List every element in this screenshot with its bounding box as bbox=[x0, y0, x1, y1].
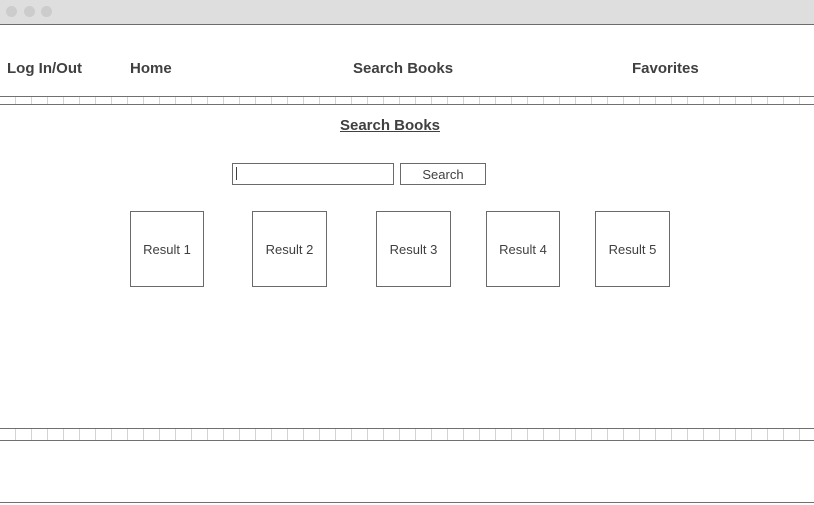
window-close-dot[interactable] bbox=[6, 6, 17, 17]
page-title: Search Books bbox=[339, 117, 441, 134]
result-item[interactable]: Result 2 bbox=[252, 211, 327, 287]
window-titlebar bbox=[0, 0, 814, 25]
nav-home-link[interactable]: Home bbox=[130, 60, 172, 77]
result-item[interactable]: Result 5 bbox=[595, 211, 670, 287]
window-minimize-dot[interactable] bbox=[24, 6, 35, 17]
text-caret bbox=[236, 167, 237, 180]
result-item[interactable]: Result 4 bbox=[486, 211, 560, 287]
footer-divider bbox=[0, 428, 814, 441]
result-item[interactable]: Result 1 bbox=[130, 211, 204, 287]
window-maximize-dot[interactable] bbox=[41, 6, 52, 17]
nav-favorites-link[interactable]: Favorites bbox=[632, 60, 699, 77]
result-item[interactable]: Result 3 bbox=[376, 211, 451, 287]
nav-login-logout-link[interactable]: Log In/Out bbox=[7, 60, 82, 77]
search-button[interactable]: Search bbox=[400, 163, 486, 185]
header-divider bbox=[0, 96, 814, 105]
nav-search-books-link[interactable]: Search Books bbox=[353, 60, 453, 77]
footer-bottom-line bbox=[0, 502, 814, 503]
search-input[interactable] bbox=[232, 163, 394, 185]
